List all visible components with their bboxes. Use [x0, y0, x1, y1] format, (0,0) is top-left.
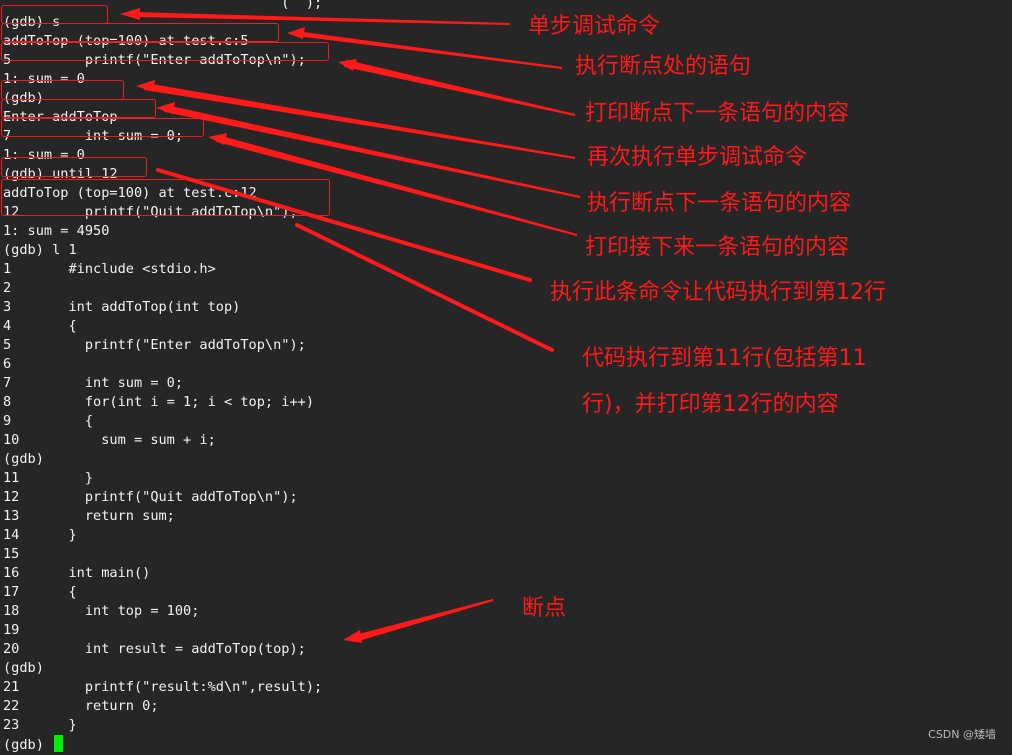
annotation-until-result: 代码执行到第11行(包括第11行)，并打印第12行的内容: [582, 346, 867, 417]
arrow-breakpoint: [354, 599, 494, 643]
annotation-until-command: 执行此条命令让代码执行到第12行: [550, 280, 886, 305]
annotation-execute-breakpoint-statement: 执行断点处的语句: [575, 54, 752, 79]
arrow-printf-enter-head: [338, 59, 357, 71]
arrow-enter-output-head: [156, 102, 175, 114]
annotation-print-next-statement: 打印断点下一条语句的内容: [585, 101, 850, 126]
annotation-step-again: 再次执行单步调试命令: [587, 145, 808, 170]
arrow-until-result: [295, 223, 554, 352]
arrow-step-command: [124, 11, 511, 25]
arrow-frame-line-head: [287, 27, 305, 39]
arrow-until-command: [156, 168, 532, 282]
arrow-int-sum-head: [208, 133, 227, 145]
watermark: CSDN @矮墙: [928, 728, 996, 741]
arrow-enter-output: [163, 104, 581, 198]
arrow-frame-line: [295, 30, 563, 69]
arrow-gdb-prompt-head: [136, 80, 155, 92]
arrow-step-command-head: [120, 8, 140, 20]
annotation-print-following-statement: 打印接下来一条语句的内容: [585, 235, 850, 260]
arrow-printf-enter: [343, 59, 576, 116]
annotation-breakpoint: 断点: [522, 596, 567, 621]
annotation-execute-next-statement: 执行断点下一条语句的内容: [587, 191, 852, 216]
arrow-breakpoint-head: [343, 630, 362, 643]
